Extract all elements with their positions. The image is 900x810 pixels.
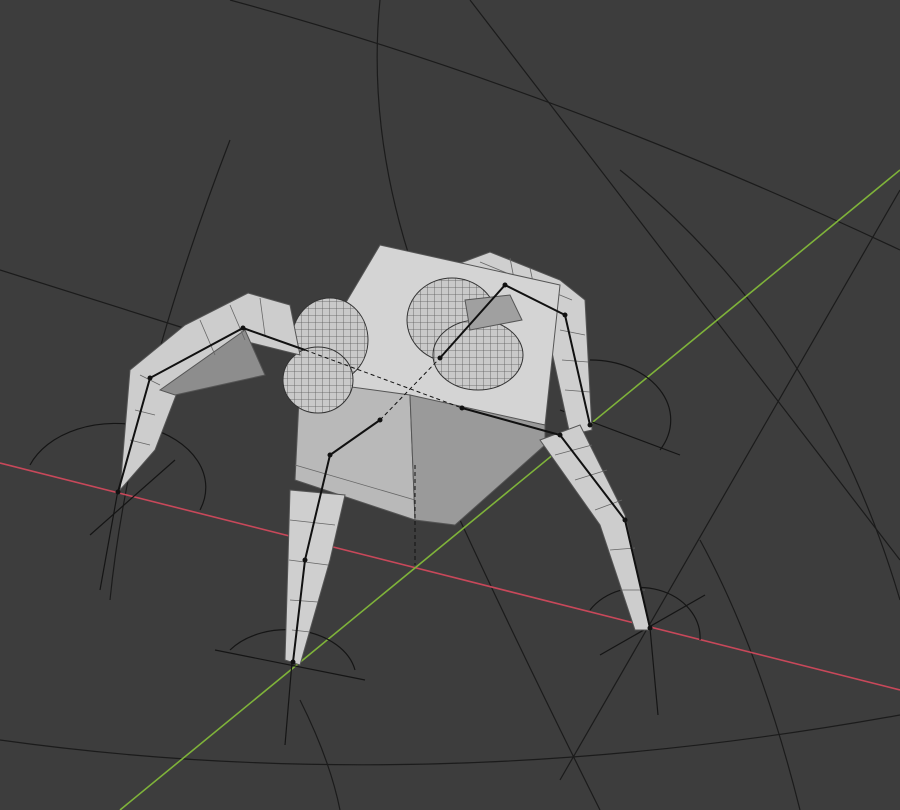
3d-viewport[interactable] [0, 0, 900, 810]
joint-arc-left [29, 422, 207, 511]
guide-line-diag [559, 189, 900, 781]
guide-line-left [0, 269, 191, 331]
guide-arc-large [619, 169, 900, 601]
guide-line-curve-b [459, 519, 601, 810]
leg-front-right[interactable] [539, 424, 651, 631]
guide-line-curve-d [299, 699, 341, 810]
viewport-scene[interactable] [0, 0, 900, 810]
guide-arc-top [229, 0, 900, 251]
guide-arc-bottom [0, 714, 900, 766]
guide-line-curve-e [699, 539, 801, 810]
